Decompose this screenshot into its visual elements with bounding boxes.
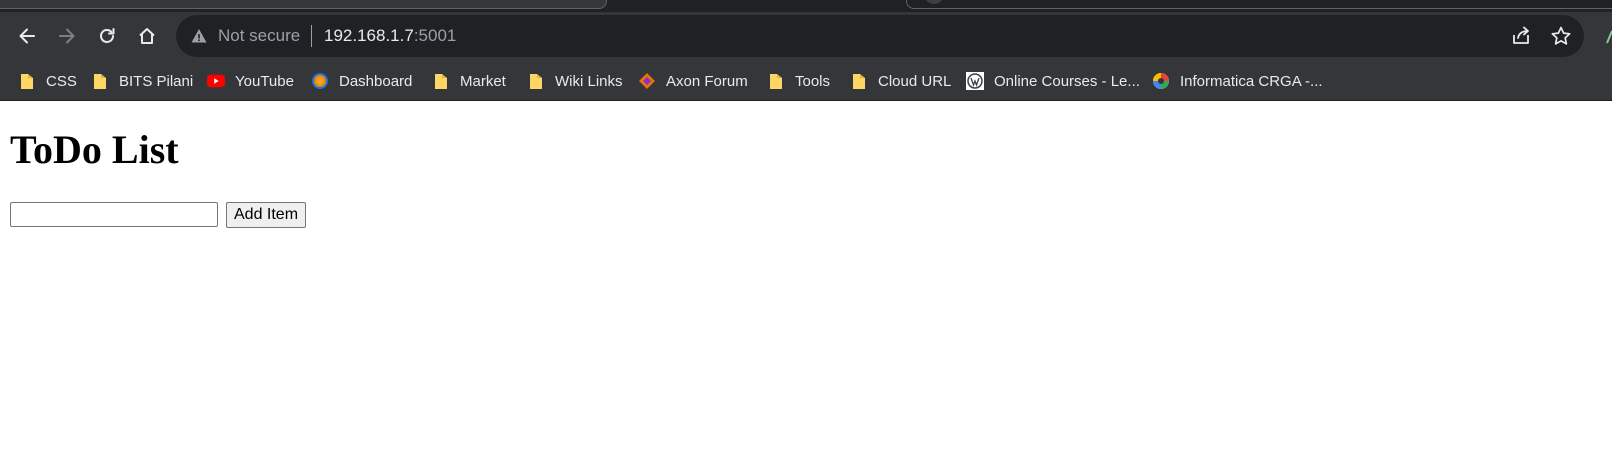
folder-icon bbox=[91, 72, 109, 90]
toolbar: Not secure 192.168.1.7:5001 bbox=[0, 12, 1612, 60]
bookmark-label: Tools bbox=[795, 72, 831, 90]
address-bar[interactable]: Not secure 192.168.1.7:5001 bbox=[176, 15, 1584, 57]
bookmark-item[interactable]: Dashboard bbox=[311, 68, 412, 94]
home-icon bbox=[137, 26, 157, 46]
bookmark-item[interactable]: BITS Pilani bbox=[91, 68, 193, 94]
bookmark-label: YouTube bbox=[235, 72, 294, 90]
page-title: ToDo List bbox=[10, 127, 179, 172]
back-arrow-icon bbox=[17, 26, 37, 46]
bookmark-item[interactable]: Market bbox=[432, 68, 506, 94]
security-label[interactable]: Not secure bbox=[218, 26, 300, 46]
axon-icon bbox=[638, 72, 656, 90]
bookmark-item[interactable]: CSS bbox=[18, 68, 77, 94]
bookmark-label: Informatica CRGA -... bbox=[1180, 72, 1323, 90]
wordpress-icon bbox=[966, 72, 984, 90]
bookmark-label: Dashboard bbox=[339, 72, 413, 90]
inactive-tab[interactable] bbox=[906, 0, 1612, 9]
dashboard-icon bbox=[311, 72, 329, 90]
folder-icon bbox=[18, 72, 36, 90]
folder-icon bbox=[850, 72, 868, 90]
bookmark-item[interactable]: Tools bbox=[767, 68, 830, 94]
warning-triangle-icon[interactable] bbox=[190, 27, 208, 50]
share-icon[interactable] bbox=[1510, 25, 1532, 52]
bookmark-item[interactable]: Informatica CRGA -... bbox=[1152, 68, 1323, 94]
bookmark-label: CSS bbox=[46, 72, 77, 90]
bookmark-star-icon[interactable] bbox=[1550, 25, 1572, 52]
home-button[interactable] bbox=[131, 20, 163, 52]
folder-icon bbox=[767, 72, 785, 90]
youtube-icon bbox=[207, 72, 225, 90]
informatica-icon bbox=[1152, 72, 1170, 90]
active-tab[interactable] bbox=[0, 0, 607, 9]
browser-chrome: Not secure 192.168.1.7:5001 CSS BITS Pila… bbox=[0, 0, 1612, 101]
bookmark-item[interactable]: Wiki Links bbox=[527, 68, 623, 94]
address-separator bbox=[311, 25, 312, 47]
folder-icon bbox=[527, 72, 545, 90]
url-port: :5001 bbox=[413, 26, 457, 45]
bookmark-item[interactable]: Axon Forum bbox=[638, 68, 748, 94]
forward-button[interactable] bbox=[51, 20, 83, 52]
bookmark-item[interactable]: Cloud URL bbox=[850, 68, 951, 94]
page-content: ToDo List Add Item bbox=[0, 101, 1612, 472]
url-host: 192.168.1.7 bbox=[324, 26, 414, 45]
reload-icon bbox=[97, 26, 117, 46]
bookmarks-bar: CSS BITS Pilani YouTube Dashboard Market Wiki… bbox=[0, 62, 1612, 101]
folder-icon bbox=[432, 72, 450, 90]
add-item-button[interactable]: Add Item bbox=[226, 202, 307, 228]
bookmark-label: BITS Pilani bbox=[119, 72, 194, 90]
bookmark-item[interactable]: YouTube bbox=[207, 68, 294, 94]
reload-button[interactable] bbox=[91, 20, 123, 52]
bookmark-label: Online Courses - Le... bbox=[994, 72, 1140, 90]
url-text[interactable]: 192.168.1.7:5001 bbox=[324, 26, 456, 46]
extension-icon[interactable] bbox=[1606, 30, 1612, 44]
forward-arrow-icon bbox=[57, 26, 77, 46]
bookmark-label: Cloud URL bbox=[878, 72, 952, 90]
bookmark-item[interactable]: Online Courses - Le... bbox=[966, 68, 1140, 94]
todo-input[interactable] bbox=[10, 202, 218, 227]
bookmark-label: Market bbox=[460, 72, 506, 90]
back-button[interactable] bbox=[11, 20, 43, 52]
tab-strip bbox=[0, 0, 1612, 12]
bookmark-label: Axon Forum bbox=[666, 72, 748, 90]
bookmark-label: Wiki Links bbox=[555, 72, 623, 90]
